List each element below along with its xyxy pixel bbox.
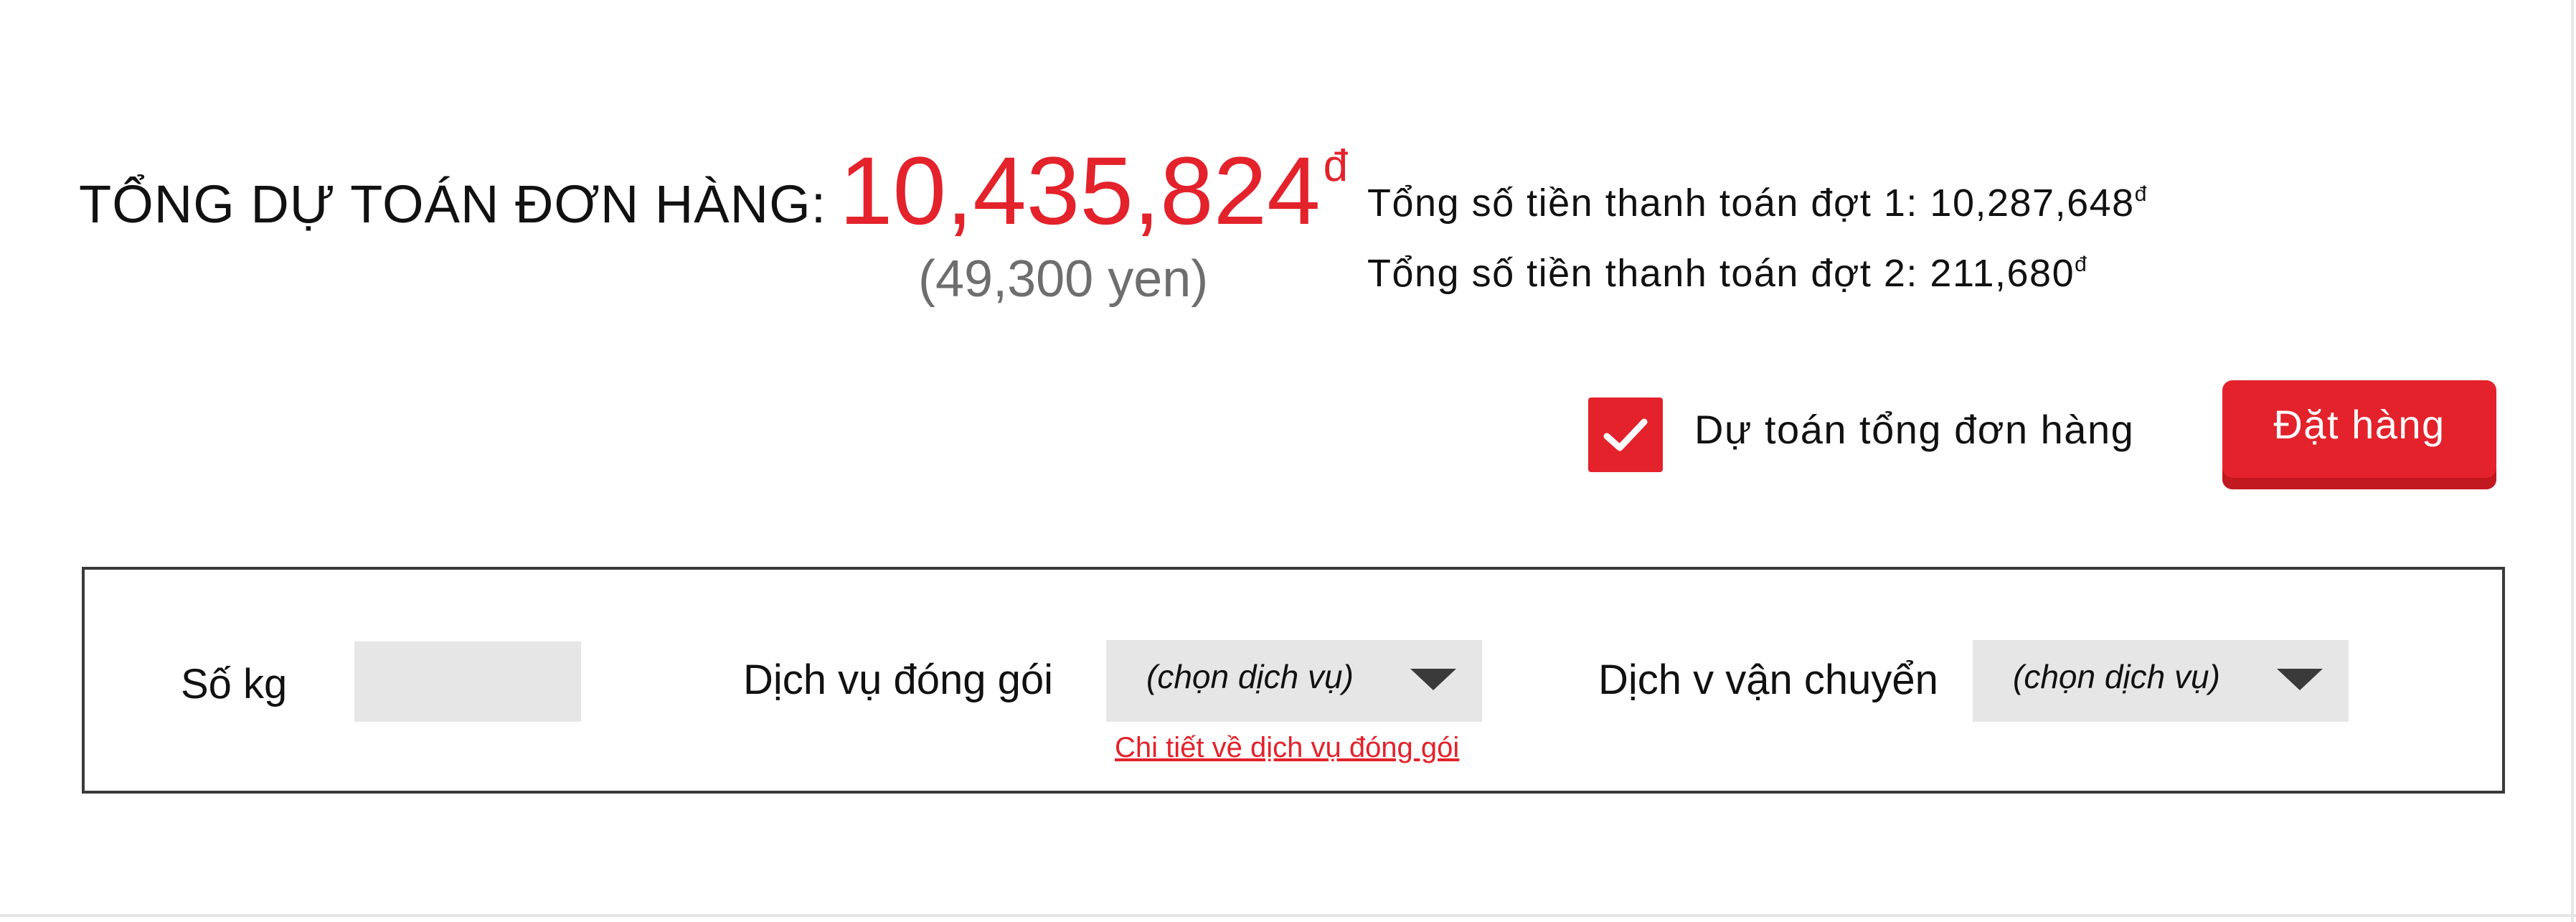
order-total-value: 10,435,824: [839, 138, 1321, 245]
packing-service-detail-link[interactable]: Chi tiết về dịch vụ đóng gói: [1115, 732, 1459, 764]
payment-installment-1: Tổng số tiền thanh toán đợt 1: 10,287,64…: [1367, 181, 2148, 225]
shipping-service-select[interactable]: (chọn dịch vụ): [1973, 640, 2349, 722]
currency-symbol: đ: [1323, 141, 1349, 191]
page-bottom-border: [0, 914, 2576, 917]
place-order-button[interactable]: Đặt hàng: [2222, 380, 2496, 489]
payment-installment-2-text: Tổng số tiền thanh toán đợt 2: 211,680: [1367, 252, 2075, 295]
currency-symbol: đ: [2075, 253, 2088, 276]
order-total-title: TỔNG DỰ TOÁN ĐƠN HÀNG:: [79, 174, 827, 234]
yen-equivalent: (49,300 yen): [918, 250, 1209, 308]
weight-kg-label: Số kg: [181, 661, 288, 707]
order-estimate-page: TỔNG DỰ TOÁN ĐƠN HÀNG: 10,435,824đ (49,3…: [0, 0, 2576, 922]
shipping-service-label: Dịch v vận chuyển: [1598, 657, 1938, 703]
estimate-total-checkbox[interactable]: [1588, 398, 1663, 472]
checkmark-icon: [1603, 418, 1648, 451]
caret-down-icon: [2277, 669, 2323, 690]
order-total-amount: 10,435,824đ: [839, 136, 1348, 247]
packing-service-select[interactable]: (chọn dịch vụ): [1106, 640, 1482, 722]
payment-installment-1-text: Tổng số tiền thanh toán đợt 1: 10,287,64…: [1367, 182, 2135, 225]
estimate-total-label[interactable]: Dự toán tổng đơn hàng: [1694, 406, 2134, 453]
currency-symbol: đ: [2134, 182, 2148, 206]
caret-down-icon: [1410, 669, 1456, 690]
packing-service-selected: (chọn dịch vụ): [1146, 658, 1354, 695]
packing-service-label: Dịch vụ đóng gói: [743, 657, 1054, 703]
payment-installment-2: Tổng số tiền thanh toán đợt 2: 211,680đ: [1367, 251, 2087, 296]
weight-kg-input[interactable]: [354, 641, 581, 722]
shipping-service-selected: (chọn dịch vụ): [2013, 658, 2220, 695]
page-right-border: [2571, 0, 2574, 922]
service-options-panel: Số kg Dịch vụ đóng gói (chọn dịch vụ) Ch…: [82, 567, 2505, 794]
